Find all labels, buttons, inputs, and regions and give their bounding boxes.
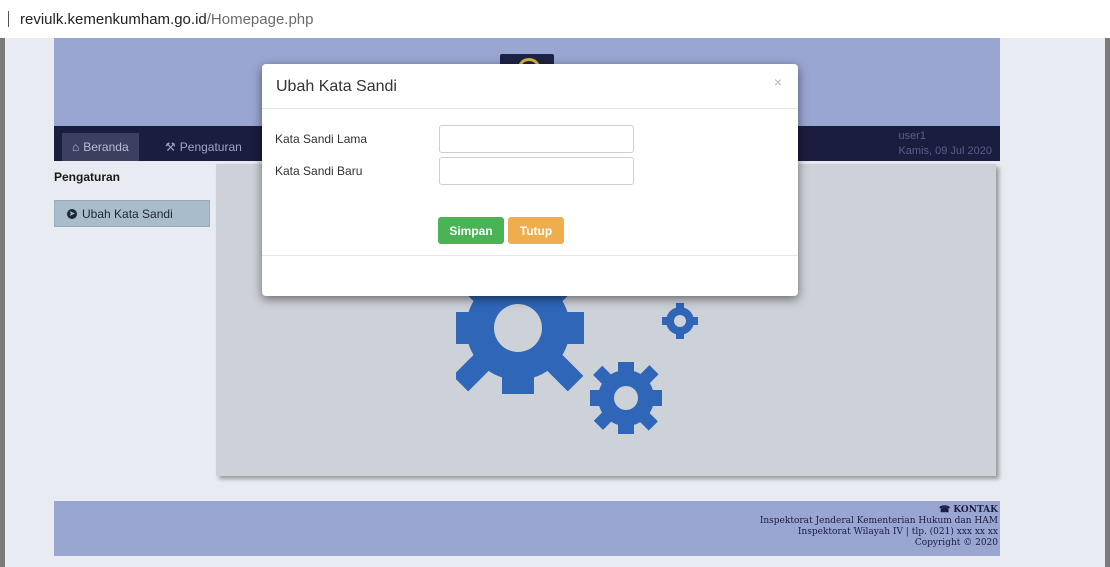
new-password-input[interactable] (439, 157, 634, 185)
modal-header: Ubah Kata Sandi × (262, 64, 798, 109)
phone-icon: ☎ (938, 505, 951, 515)
home-icon: ⌂ (72, 140, 80, 154)
sidebar-title: Pengaturan (54, 170, 121, 184)
footer-copyright: Copyright © 2020 (914, 538, 998, 548)
new-password-label: Kata Sandi Baru (275, 164, 363, 178)
large-gear-icon (456, 284, 584, 394)
current-date: Kamis, 09 Jul 2020 (898, 145, 992, 157)
save-button[interactable]: Simpan (438, 217, 504, 244)
site-footer: ☎ KONTAK Inspektorat Jenderal Kementeria… (54, 501, 1000, 556)
footer-contact-heading: ☎ KONTAK (54, 505, 998, 516)
change-password-modal: Ubah Kata Sandi × Kata Sandi Lama Kata S… (262, 64, 798, 296)
username: user1 (898, 130, 926, 142)
url-path: /Homepage.php (206, 10, 314, 28)
text-caret (8, 11, 9, 27)
nav-item-label: Beranda (83, 140, 129, 154)
nav-item-beranda[interactable]: ⌂ Beranda (62, 133, 139, 161)
arrow-right-circle-icon: ➤ (67, 208, 77, 219)
wrench-icon: ⚒ (165, 140, 176, 154)
small-gear-icon (662, 303, 698, 339)
user-info: user1 Kamis, 09 Jul 2020 (898, 129, 992, 159)
nav-item-pengaturan[interactable]: ⚒ Pengaturan (155, 133, 252, 161)
modal-footer-divider (262, 255, 798, 256)
browser-address-bar[interactable]: reviulk.kemenkumham.go.id/Homepage.php (0, 0, 1110, 38)
medium-gear-icon (590, 362, 662, 434)
close-icon[interactable]: × (774, 74, 782, 90)
modal-title: Ubah Kata Sandi (276, 78, 397, 95)
footer-line-1: Inspektorat Jenderal Kementerian Hukum d… (759, 516, 998, 526)
address-url[interactable]: reviulk.kemenkumham.go.id/Homepage.php (20, 11, 314, 28)
new-password-row: Kata Sandi Baru (275, 157, 634, 185)
footer-line-2: Inspektorat Wilayah IV | tlp. (021) xxx … (797, 527, 998, 537)
sidebar-button-label: Ubah Kata Sandi (82, 206, 173, 221)
url-host: reviulk.kemenkumham.go.id (20, 10, 207, 28)
old-password-label: Kata Sandi Lama (275, 132, 368, 146)
close-button[interactable]: Tutup (508, 217, 564, 244)
footer-heading-label: KONTAK (953, 505, 998, 515)
change-password-sidebar-button[interactable]: ➤ Ubah Kata Sandi (54, 200, 210, 227)
old-password-row: Kata Sandi Lama (275, 125, 634, 153)
old-password-input[interactable] (439, 125, 634, 153)
nav-item-label: Pengaturan (179, 140, 242, 154)
gears-illustration (456, 284, 698, 434)
